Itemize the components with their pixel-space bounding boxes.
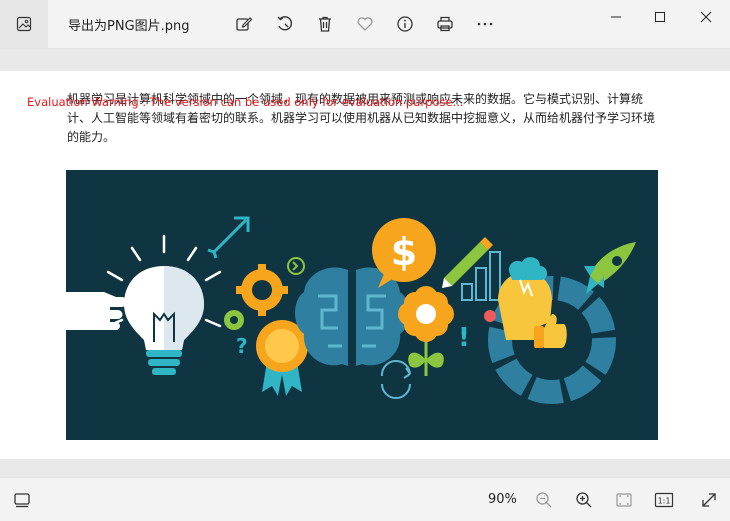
rotate-icon — [277, 16, 293, 31]
photos-app-icon — [0, 0, 48, 48]
more-options-button[interactable] — [469, 8, 501, 40]
actual-size-button[interactable]: 1:1 — [650, 486, 678, 514]
brain-graphic — [295, 267, 409, 366]
status-bar: 90% 1:1 — [0, 477, 730, 521]
maximize-icon — [655, 12, 665, 22]
minimize-icon — [611, 16, 621, 18]
file-info-button[interactable] — [389, 8, 421, 40]
edit-image-icon — [236, 17, 253, 31]
expand-icon — [702, 493, 716, 507]
evaluation-warning: Evaluation Warning : The version can be … — [27, 95, 464, 109]
more-icon — [477, 22, 493, 26]
fit-to-window-button[interactable] — [610, 486, 638, 514]
filmstrip-icon — [14, 493, 30, 508]
actual-size-label: 1:1 — [658, 497, 671, 506]
minimize-button[interactable] — [594, 0, 638, 34]
light-bulb-graphic — [106, 234, 222, 375]
favorite-button[interactable] — [349, 8, 381, 40]
zoom-in-icon — [576, 492, 592, 508]
question-mark-text: ? — [236, 334, 248, 358]
info-icon — [397, 16, 413, 32]
machine-learning-illustration: ? $ ! — [66, 170, 658, 440]
maximize-button[interactable] — [638, 0, 682, 34]
title-bar: 导出为PNG图片.png — [0, 0, 730, 49]
medal-graphic — [256, 320, 308, 396]
exclamation-mark-text: ! — [458, 323, 470, 353]
edit-button[interactable] — [228, 8, 260, 40]
document-page: 机器学习是计算机科学领域中的一个领域，现有的数据被用来预测或响应未来的数据。它与… — [0, 71, 730, 459]
zoom-level: 90% — [488, 492, 517, 507]
file-name: 导出为PNG图片.png — [68, 19, 190, 34]
rotate-button[interactable] — [269, 8, 301, 40]
zoom-out-button[interactable] — [530, 486, 558, 514]
printer-icon — [437, 16, 453, 32]
dollar-symbol-text: $ — [391, 230, 417, 274]
heart-icon — [357, 17, 373, 31]
close-button[interactable] — [684, 0, 728, 34]
arrow-graphic — [207, 216, 250, 259]
actual-size-icon: 1:1 — [654, 492, 674, 508]
pointing-hand-graphic — [66, 292, 127, 330]
full-screen-button[interactable] — [695, 486, 723, 514]
trash-icon — [319, 16, 331, 32]
close-icon — [700, 11, 712, 23]
print-button[interactable] — [429, 8, 461, 40]
image-viewer[interactable]: 机器学习是计算机科学领域中的一个领域，现有的数据被用来预测或响应未来的数据。它与… — [0, 49, 730, 477]
zoom-out-icon — [536, 492, 552, 508]
fit-window-icon — [616, 493, 632, 507]
rocket-graphic — [584, 242, 636, 294]
zoom-in-button[interactable] — [570, 486, 598, 514]
filmstrip-button[interactable] — [8, 486, 36, 514]
person-chart-graphic — [484, 257, 616, 404]
delete-button[interactable] — [309, 8, 341, 40]
